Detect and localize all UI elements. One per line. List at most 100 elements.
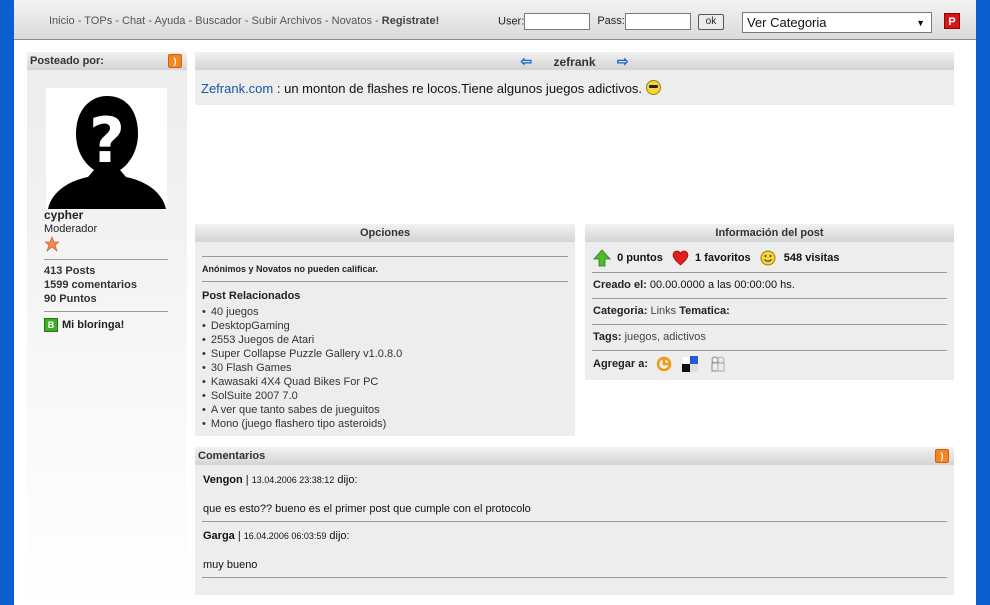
- comments-header: Comentarios ): [195, 447, 954, 465]
- user-points: 90 Puntos: [44, 293, 97, 305]
- related-item[interactable]: SolSuite 2007 7.0: [202, 389, 402, 403]
- user-label: User:: [498, 15, 525, 28]
- nav-ayuda[interactable]: Ayuda: [154, 15, 185, 27]
- post-header: ⇦ zefrank ⇨: [195, 52, 954, 70]
- register-label: Registrate!: [381, 15, 440, 27]
- post-info-box: Información del post 0 puntos 1 favorito…: [585, 224, 954, 380]
- comment-text: muy bueno: [203, 559, 258, 571]
- related-item[interactable]: Kawasaki 4X4 Quad Bikes For PC: [202, 375, 402, 389]
- rank-medal-icon: [44, 236, 60, 252]
- post-link[interactable]: Zefrank.com: [201, 81, 273, 96]
- pass-label: Pass:: [597, 15, 625, 28]
- comment-said: dijo:: [334, 474, 358, 486]
- login-form: User: Pass: ok: [498, 13, 724, 30]
- related-item[interactable]: Mono (juego flashero tipo asteroids): [202, 417, 402, 431]
- related-item[interactable]: 2553 Juegos de Atari: [202, 333, 402, 347]
- created-label: Creado el:: [593, 279, 647, 291]
- comment-said: dijo:: [326, 530, 350, 542]
- rating-notice: Anónimos y Novatos no pueden calificar.: [202, 264, 379, 274]
- divider: [592, 272, 947, 273]
- cool-smiley-icon: [645, 80, 661, 95]
- comment-sep: |: [234, 530, 244, 542]
- related-item[interactable]: DesktopGaming: [202, 319, 402, 333]
- category-row: Categoria: Links Tematica:: [593, 305, 730, 317]
- comments-box: Comentarios ) Vengon | 13.04.2006 23:38:…: [195, 447, 954, 595]
- divider: [44, 311, 168, 312]
- info-counters: 0 puntos 1 favoritos 548 visitas: [593, 249, 839, 267]
- blog-icon: B: [44, 318, 58, 332]
- favorites-count: 1 favoritos: [695, 251, 751, 264]
- user-posts: 413 Posts: [44, 265, 96, 277]
- post-box: ⇦ zefrank ⇨ Zefrank.com : un monton de f…: [195, 52, 954, 105]
- nav-tops[interactable]: TOPs: [84, 15, 112, 27]
- comment-author[interactable]: Vengon: [203, 474, 243, 486]
- vote-up-icon[interactable]: [593, 249, 611, 267]
- page-frame: Inicio - TOPs - Chat - Ayuda - Buscador …: [14, 0, 976, 605]
- info-header: Información del post: [585, 224, 954, 242]
- nav-subir-archivos[interactable]: Subir Archivos: [252, 15, 322, 27]
- login-ok-button[interactable]: ok: [697, 13, 724, 30]
- comment-author[interactable]: Garga: [203, 530, 235, 542]
- pass-input[interactable]: [624, 13, 691, 30]
- options-header: Opciones: [195, 224, 575, 242]
- avatar[interactable]: ?: [46, 88, 167, 209]
- comment-text: que es esto?? bueno es el primer post qu…: [203, 503, 531, 515]
- related-item[interactable]: 30 Flash Games: [202, 361, 402, 375]
- comment-meta: Vengon | 13.04.2006 23:38:12 dijo:: [203, 474, 358, 486]
- delicious-icon[interactable]: [682, 356, 699, 372]
- nav-sep: -: [324, 15, 332, 27]
- user-rank: Moderador: [44, 223, 98, 235]
- blog-link[interactable]: B Mi bloringa!: [44, 318, 124, 332]
- category-link[interactable]: Links: [647, 305, 679, 317]
- user-stats: 413 Posts 1599 comentarios 90 Puntos: [44, 264, 137, 306]
- related-item[interactable]: 40 juegos: [202, 305, 402, 319]
- comment-meta: Garga | 16.04.2006 06:03:59 dijo:: [203, 530, 350, 542]
- nav-registrate[interactable]: Registrate!: [382, 15, 439, 27]
- add-to-label: Agregar a:: [593, 357, 649, 370]
- user-input[interactable]: [524, 13, 591, 30]
- options-box: Opciones Anónimos y Novatos no pueden ca…: [195, 224, 575, 436]
- user-comments: 1599 comentarios: [44, 279, 137, 291]
- comment-sep: |: [242, 474, 252, 486]
- bookmark-share-icon[interactable]: [655, 355, 673, 373]
- nav-buscador[interactable]: Buscador: [195, 15, 241, 27]
- related-item[interactable]: Super Collapse Puzzle Gallery v1.0.8.0: [202, 347, 402, 361]
- people-share-icon[interactable]: [709, 355, 727, 373]
- tags-value[interactable]: juegos, adictivos: [622, 331, 706, 343]
- rss-icon[interactable]: ): [168, 54, 182, 68]
- nav-sep: -: [115, 15, 122, 27]
- nav-sep: -: [244, 15, 252, 27]
- comment-date: 16.04.2006 06:03:59: [243, 531, 327, 541]
- prev-post-arrow-icon[interactable]: ⇦: [520, 53, 532, 69]
- related-title: Post Relacionados: [202, 290, 301, 302]
- comments-title: Comentarios: [198, 450, 266, 462]
- divider: [202, 577, 947, 578]
- blog-label: Mi bloringa!: [62, 318, 125, 331]
- points-count: 0 puntos: [617, 251, 663, 264]
- next-post-arrow-icon[interactable]: ⇨: [617, 53, 629, 69]
- related-list: 40 juegos DesktopGaming 2553 Juegos de A…: [202, 305, 402, 431]
- add-to-row: Agregar a:: [593, 355, 727, 373]
- post-title: zefrank: [553, 55, 596, 69]
- comment-date: 13.04.2006 23:38:12: [251, 475, 335, 485]
- heart-icon[interactable]: [672, 250, 689, 266]
- sidebar-header-label: Posteado por:: [30, 55, 104, 67]
- nav-sep: -: [375, 15, 382, 27]
- author-sidebar: Posteado por: ) ? cypher Moderador 413 P…: [27, 52, 187, 605]
- rss-icon[interactable]: ): [935, 449, 949, 463]
- category-select[interactable]: Ver Categoria ▼: [742, 12, 932, 33]
- divider: [592, 324, 947, 325]
- related-item[interactable]: A ver que tanto sabes de jueguitos: [202, 403, 402, 417]
- nav-novatos[interactable]: Novatos: [332, 15, 372, 27]
- nav-inicio[interactable]: Inicio: [49, 15, 75, 27]
- main-nav: Inicio - TOPs - Chat - Ayuda - Buscador …: [49, 15, 439, 27]
- nav-chat[interactable]: Chat: [122, 15, 145, 27]
- category-label: Categoria:: [593, 305, 648, 317]
- p-logo-icon[interactable]: P: [944, 13, 960, 29]
- username[interactable]: cypher: [44, 208, 83, 222]
- divider: [202, 521, 947, 522]
- tags-row: Tags: juegos, adictivos: [593, 331, 706, 343]
- divider: [202, 281, 568, 282]
- divider: [202, 256, 568, 257]
- svg-text:?: ?: [89, 104, 125, 177]
